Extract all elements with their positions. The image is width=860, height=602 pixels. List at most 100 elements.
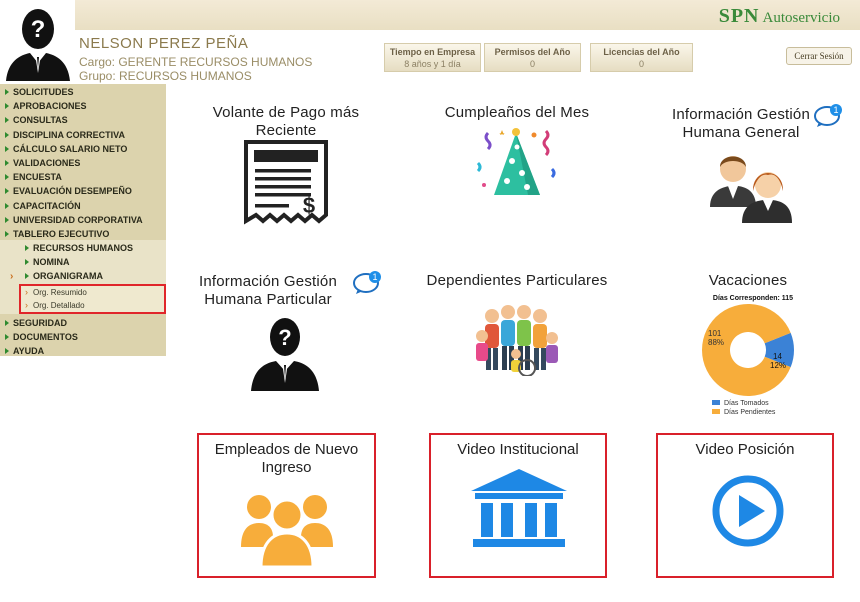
stat-label: Tiempo en Empresa (389, 47, 476, 57)
tile-info-particular[interactable]: Información Gestión Humana Particular (178, 273, 358, 309)
submenu-item-organigrama[interactable]: › ORGANIGRAMA (0, 269, 166, 283)
tile-title: Video Posición (695, 441, 795, 458)
people-users-icon (710, 156, 792, 223)
chevron-right-icon (5, 117, 9, 124)
receipt-icon: $ (244, 140, 328, 225)
tile-video-posicion[interactable]: Video Posición (656, 433, 834, 578)
tile-cumpleanos[interactable]: Cumpleaños del Mes (427, 104, 607, 122)
tile-title: Video Institucional (457, 441, 579, 458)
stat-tiempo-empresa: Tiempo en Empresa 8 años y 1 día (384, 43, 481, 72)
tile-title: Volante de Pago más (212, 104, 360, 121)
menu-label: SOLICITUDES (13, 87, 74, 98)
menu-item-tablero[interactable]: TABLERO EJECUTIVO (0, 227, 166, 241)
family-group-icon (476, 305, 558, 376)
stat-licencias: Licencias del Año 0 (590, 43, 693, 72)
menu-label: DISCIPLINA CORRECTIVA (13, 129, 126, 140)
institution-building-icon (471, 469, 567, 547)
play-button-icon[interactable] (710, 473, 786, 549)
user-cargo: Cargo: GERENTE RECURSOS HUMANOS (79, 55, 313, 69)
tile-title: Vacaciones (708, 272, 788, 289)
user-name: NELSON PEREZ PEÑA (79, 35, 249, 52)
group-users-icon (241, 495, 333, 567)
menu-label: ENCUESTA (13, 172, 62, 183)
menu-label: UNIVERSIDAD CORPORATIVA (13, 214, 143, 225)
tile-info-general[interactable]: Información Gestión Humana General (651, 106, 831, 142)
chevron-right-icon: › (10, 270, 14, 282)
slice-percent-label: 12% (770, 361, 786, 370)
menu-label: CÁLCULO SALARIO NETO (13, 143, 128, 154)
menu-item-capacitacion[interactable]: CAPACITACIÓN (0, 199, 166, 213)
organigrama-options: Org. Resumido Org. Detallado (19, 284, 166, 314)
chevron-right-icon (25, 245, 29, 252)
chevron-right-icon (5, 103, 9, 110)
menu-item-aprobaciones[interactable]: APROBACIONES (0, 99, 166, 113)
tile-title: Reciente (255, 122, 317, 139)
notification-chat-icon[interactable]: 1 (352, 270, 382, 294)
main-menu: SOLICITUDES APROBACIONES CONSULTAS DISCI… (0, 84, 166, 241)
chevron-right-icon (5, 320, 9, 327)
tile-volante-pago[interactable]: Volante de Pago más Reciente (196, 104, 376, 140)
menu-item-ayuda[interactable]: AYUDA (0, 344, 166, 358)
menu-label: CAPACITACIÓN (13, 200, 81, 211)
stat-value: 0 (638, 59, 644, 69)
notification-chat-icon[interactable]: 1 (813, 103, 843, 127)
header: ? SPN Autoservicio NELSON PEREZ PEÑA Car… (0, 0, 860, 84)
tile-title: Información Gestión (671, 106, 811, 123)
tile-title: Humana General (682, 124, 800, 141)
logout-button[interactable]: Cerrar Sesión (786, 47, 852, 65)
chevron-right-icon (25, 273, 29, 280)
chevron-right-icon (5, 89, 9, 96)
tile-video-institucional[interactable]: Video Institucional (429, 433, 607, 578)
legend-swatch-pendientes (712, 409, 720, 414)
menu-label: AYUDA (13, 346, 45, 357)
menu-label: EVALUACIÓN DESEMPEÑO (13, 186, 132, 197)
app-logo: SPN Autoservicio (719, 2, 840, 28)
bottom-menu: SEGURIDAD DOCUMENTOS AYUDA (0, 314, 166, 359)
menu-item-disciplina[interactable]: DISCIPLINA CORRECTIVA (0, 128, 166, 142)
submenu-item-recursos-humanos[interactable]: RECURSOS HUMANOS (0, 241, 166, 255)
slice-value-label: 14 (773, 352, 782, 361)
tile-title: Información Gestión (198, 273, 338, 290)
legend-label-tomados: Días Tomados (724, 400, 769, 407)
tile-title: Cumpleaños del Mes (444, 104, 590, 121)
menu-item-documentos[interactable]: DOCUMENTOS (0, 330, 166, 344)
chevron-right-icon (25, 259, 29, 266)
submenu-item-nomina[interactable]: NOMINA (0, 255, 166, 269)
tile-dependientes[interactable]: Dependientes Particulares (417, 272, 617, 290)
svg-text:?: ? (278, 325, 291, 350)
slice-percent-label: 88% (708, 338, 724, 347)
stat-label: Permisos del Año (494, 47, 571, 57)
menu-item-consultas[interactable]: CONSULTAS (0, 113, 166, 127)
menu-item-universidad[interactable]: UNIVERSIDAD CORPORATIVA (0, 213, 166, 227)
tile-empleados-nuevo[interactable]: Empleados de Nuevo Ingreso (197, 433, 376, 578)
chevron-right-icon (5, 202, 9, 209)
menu-item-encuesta[interactable]: ENCUESTA (0, 170, 166, 184)
chevron-right-icon (5, 160, 9, 167)
tile-title: Empleados de Nuevo (214, 441, 359, 458)
menu-label: SEGURIDAD (13, 318, 68, 329)
menu-item-calculo[interactable]: CÁLCULO SALARIO NETO (0, 142, 166, 156)
chevron-right-icon (5, 174, 9, 181)
menu-item-seguridad[interactable]: SEGURIDAD (0, 316, 166, 330)
chevron-right-icon (5, 230, 9, 237)
stat-label: Licencias del Año (603, 47, 680, 57)
menu-item-evaluacion[interactable]: EVALUACIÓN DESEMPEÑO (0, 184, 166, 198)
logo-subtitle: Autoservicio (762, 10, 840, 26)
anonymous-user-icon: ? (251, 318, 319, 391)
menu-label: ORGANIGRAMA (33, 271, 103, 282)
org-resumido-link[interactable]: Org. Resumido (21, 286, 164, 299)
notification-count: 1 (372, 272, 377, 282)
menu-item-solicitudes[interactable]: SOLICITUDES (0, 85, 166, 99)
vacaciones-pie-chart: Días Corresponden: 115 101 88% 14 12% Dí… (702, 295, 794, 416)
org-detallado-link[interactable]: Org. Detallado (21, 299, 164, 312)
chart-title: Días Corresponden: 115 (713, 295, 793, 302)
tile-title: Humana Particular (204, 291, 332, 308)
party-hat-icon (476, 128, 556, 195)
menu-item-validaciones[interactable]: VALIDACIONES (0, 156, 166, 170)
tile-vacaciones[interactable]: Vacaciones (658, 272, 838, 290)
legend-label-pendientes: Días Pendientes (724, 409, 776, 416)
user-avatar-icon: ? (6, 9, 70, 81)
chevron-right-icon (5, 216, 9, 223)
stat-value: 0 (529, 59, 535, 69)
chevron-right-icon (5, 188, 9, 195)
